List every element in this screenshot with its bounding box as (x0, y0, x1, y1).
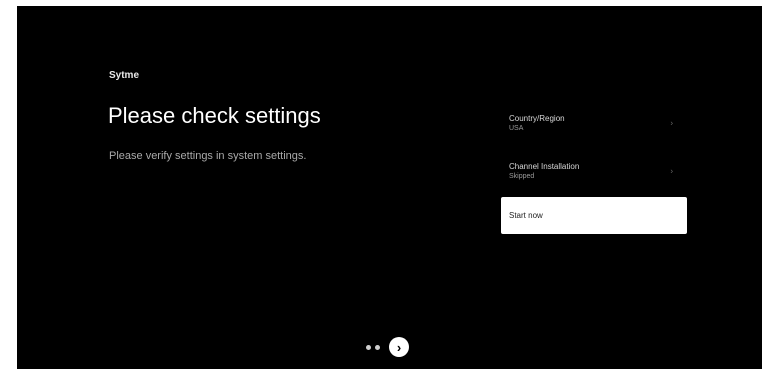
page-indicator: › (366, 337, 409, 357)
page-dot (366, 344, 371, 350)
page-subtitle: Please verify settings in system setting… (109, 150, 307, 162)
menu-item-value: Skipped (509, 172, 535, 180)
menu-item-start-now[interactable]: Start now (501, 197, 687, 234)
chevron-right-icon: › (670, 118, 673, 128)
menu-item-country-region[interactable]: Country/Region USA › (501, 103, 687, 143)
tv-screen: Sytme Please check settings Please verif… (17, 6, 762, 369)
menu-item-label: Start now (509, 210, 543, 220)
chevron-right-icon: › (670, 166, 673, 176)
menu-item-channel-installation[interactable]: Channel Installation Skipped › (501, 151, 687, 191)
arrow-right-circle-icon[interactable]: › (389, 337, 409, 357)
page-title: Please check settings (108, 103, 321, 128)
menu-item-label: Channel Installation (509, 161, 580, 171)
brand-name: Sytme (109, 70, 140, 81)
settings-menu: Country/Region USA › Channel Installatio… (501, 103, 687, 234)
page-dot (375, 344, 380, 350)
menu-item-label: Country/Region (509, 113, 565, 123)
menu-item-value: USA (509, 124, 524, 132)
